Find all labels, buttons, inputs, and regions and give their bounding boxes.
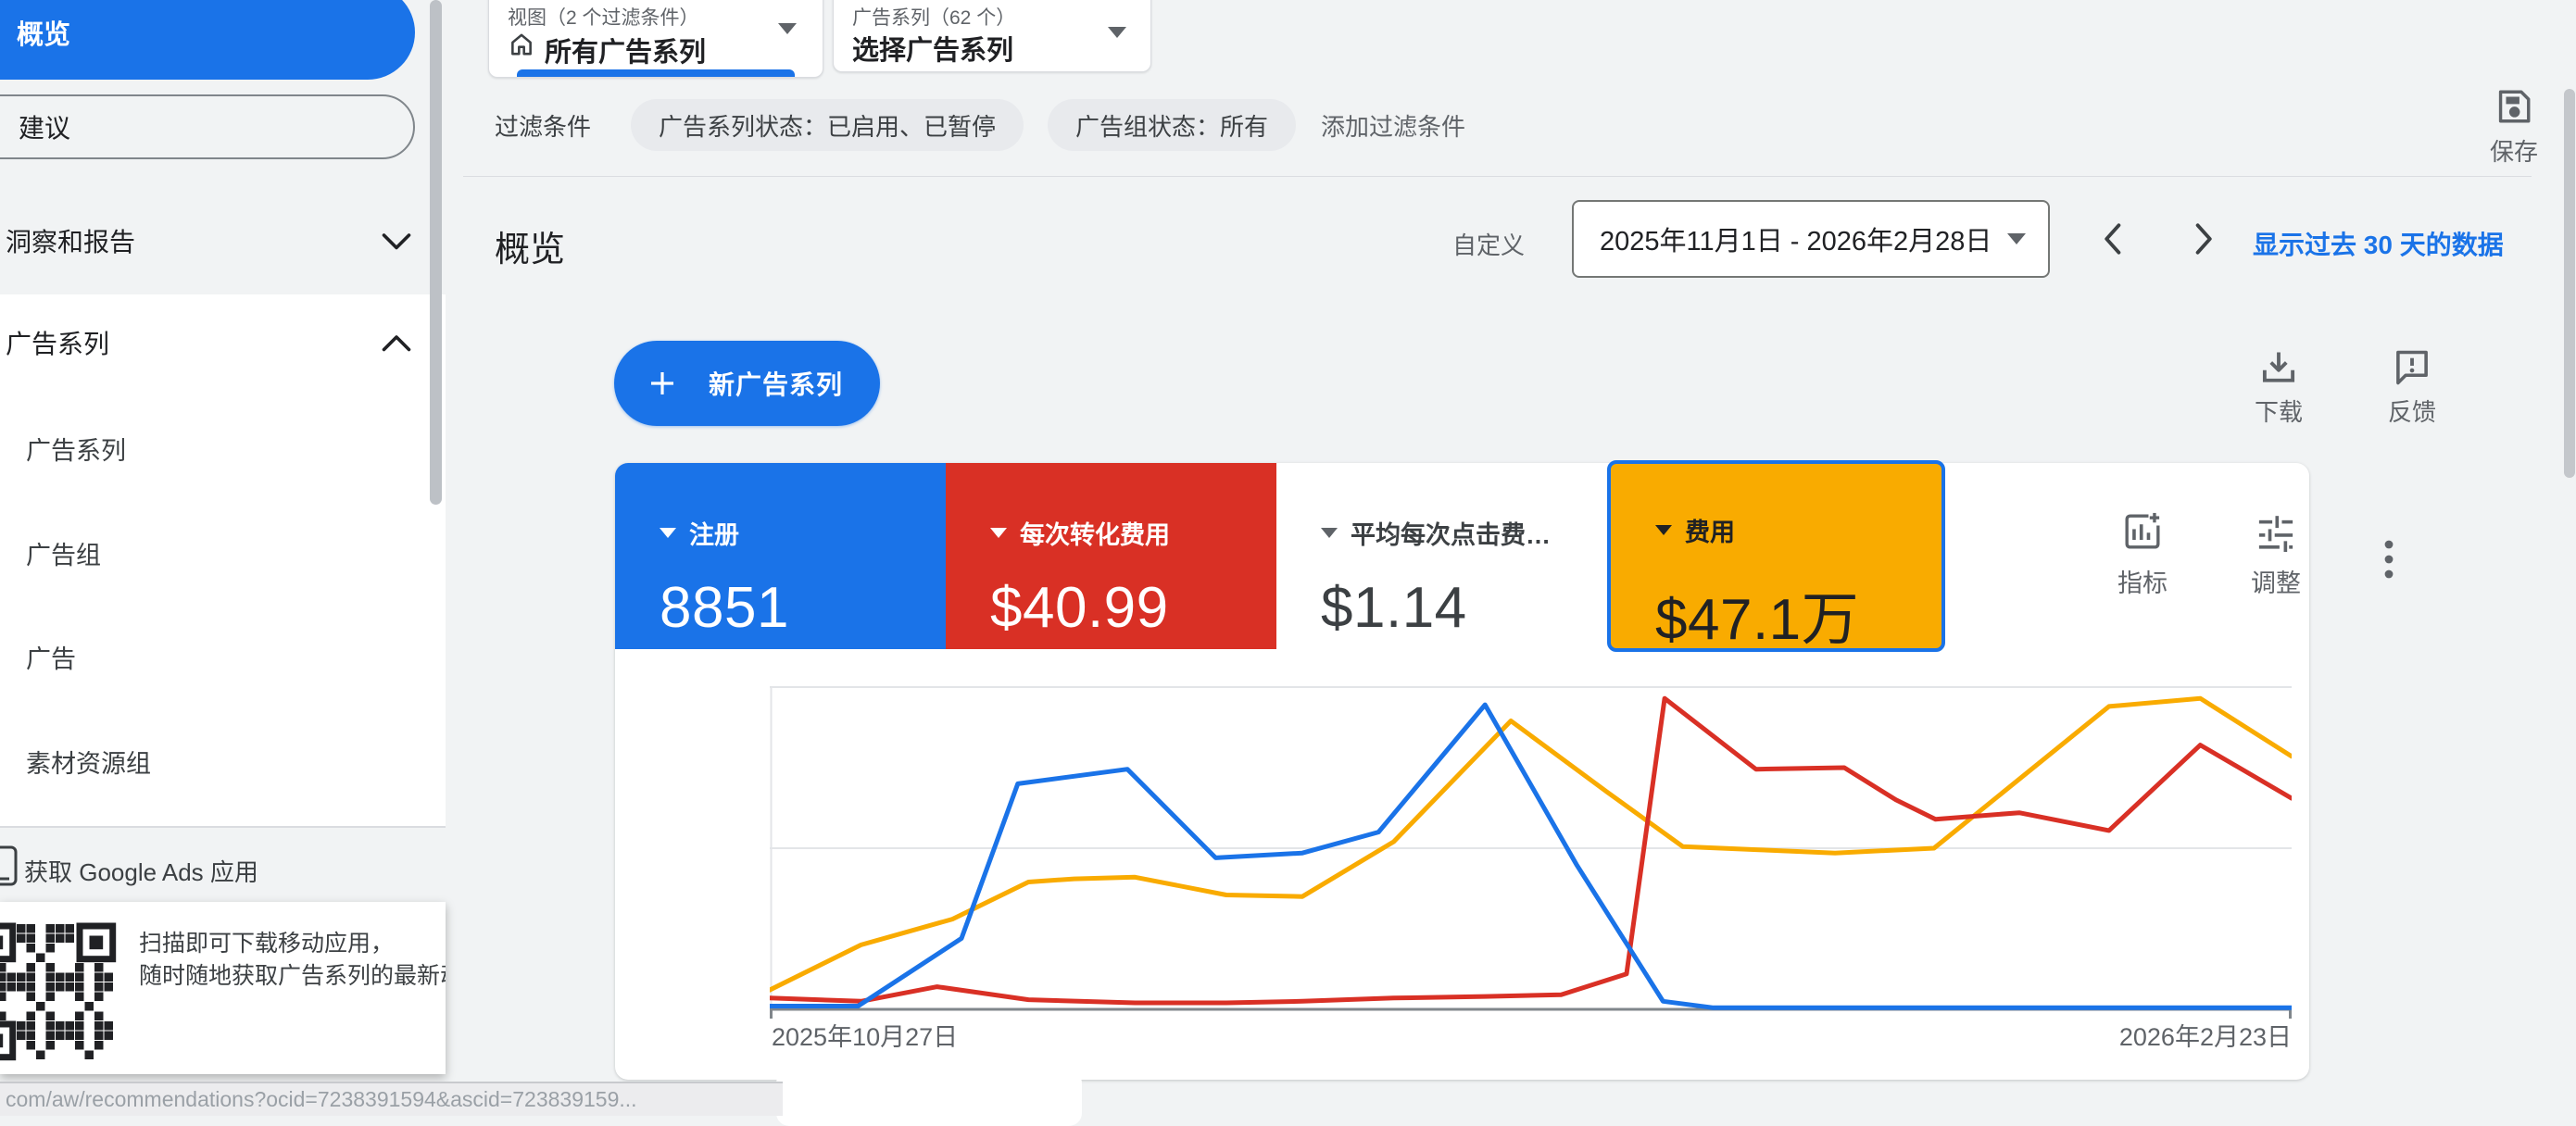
view-selector-value: 所有广告系列 <box>545 31 706 69</box>
x-axis-start-label: 2025年10月27日 <box>772 1017 958 1053</box>
app-promo-panel: 扫描即可下载移动应用， 随时随地获取广告系列的最新动态 <box>0 902 446 1074</box>
metrics-button[interactable]: 指标 <box>2114 511 2171 599</box>
page-title: 概览 <box>495 220 565 271</box>
sliders-icon <box>2256 511 2296 552</box>
scorecard-value: $1.14 <box>1321 575 1609 641</box>
feedback-button[interactable]: 反馈 <box>2382 348 2442 428</box>
sidebar-section-campaigns[interactable]: 广告系列 <box>6 324 413 361</box>
scorecard-label: 费用 <box>1685 512 1735 548</box>
sidebar-item-overview-label: 概览 <box>17 13 70 52</box>
x-axis-end-label: 2026年2月23日 <box>1992 1017 2292 1053</box>
sidebar-section-campaigns-label: 广告系列 <box>6 324 109 361</box>
show-last-30-days-link[interactable]: 显示过去 30 天的数据 <box>2253 225 2504 262</box>
scorecard-value: 8851 <box>660 575 946 641</box>
sidebar-item-asset-groups[interactable]: 素材资源组 <box>26 744 151 780</box>
new-campaign-button[interactable]: 新广告系列 <box>614 341 880 426</box>
save-button-label: 保存 <box>2468 133 2560 168</box>
date-mode-label: 自定义 <box>1452 227 1525 261</box>
home-icon <box>508 31 535 58</box>
phone-icon <box>0 844 19 887</box>
metrics-chart-icon <box>2122 511 2163 552</box>
view-selector[interactable]: 视图（2 个过滤条件） 所有广告系列 <box>488 0 823 78</box>
scorecard-value: $40.99 <box>990 575 1276 641</box>
sidebar-item-insights[interactable]: 洞察和报告 <box>6 222 413 259</box>
scorecard-label: 注册 <box>689 515 739 551</box>
feedback-label: 反馈 <box>2382 394 2442 428</box>
adjust-button[interactable]: 调整 <box>2247 511 2305 599</box>
dropdown-caret-icon <box>1108 27 1126 38</box>
filter-row-label: 过滤条件 <box>495 108 591 143</box>
app-promo-title: 获取 Google Ads 应用 <box>24 854 258 888</box>
campaign-selector[interactable]: 广告系列（62 个） 选择广告系列 <box>833 0 1151 72</box>
date-next-button[interactable] <box>2182 219 2221 259</box>
filter-row: 过滤条件 广告系列状态：已启用、已暂停 广告组状态：所有 添加过滤条件 <box>495 99 1465 151</box>
scorecard-caret-icon <box>990 528 1007 538</box>
sidebar-item-campaigns[interactable]: 广告系列 <box>26 431 126 467</box>
sidebar-item-insights-label: 洞察和报告 <box>6 222 135 259</box>
dropdown-caret-icon <box>2007 233 2026 244</box>
sidebar-scrollbar[interactable] <box>430 0 442 505</box>
overview-chart[interactable] <box>770 683 2292 1028</box>
sidebar-item-ad-groups[interactable]: 广告组 <box>26 535 101 571</box>
sidebar-item-ads[interactable]: 广告 <box>26 639 76 675</box>
chart-series-group <box>770 698 2292 1007</box>
metrics-label: 指标 <box>2114 563 2171 599</box>
plus-icon <box>647 369 677 398</box>
add-filter-button[interactable]: 添加过滤条件 <box>1321 108 1465 143</box>
sidebar-item-overview[interactable]: 概览 <box>0 0 415 80</box>
view-selector-label: 视图（2 个过滤条件） <box>508 3 699 31</box>
date-range-value: 2025年11月1日 - 2026年2月28日 <box>1600 219 2007 258</box>
scorecard-cost-per-conversion[interactable]: 每次转化费用 $40.99 <box>946 463 1276 649</box>
status-bar: com/aw/recommendations?ocid=7238391594&a… <box>0 1082 783 1116</box>
header-divider <box>463 176 2532 177</box>
qr-code <box>0 922 120 1061</box>
scorecard-caret-icon <box>1321 528 1338 538</box>
campaign-selector-label: 广告系列（62 个） <box>852 3 1015 31</box>
scorecard-cost[interactable]: 费用 $47.1万 <box>1607 460 1945 652</box>
filter-chip-adgroup-status[interactable]: 广告组状态：所有 <box>1048 99 1296 151</box>
dropdown-caret-icon <box>778 23 797 34</box>
sidebar-item-suggestions[interactable]: 建议 <box>0 94 415 159</box>
kebab-menu-icon <box>2377 533 2401 589</box>
scorecard-label: 平均每次点击费… <box>1351 515 1551 551</box>
scorecard-caret-icon <box>660 528 676 538</box>
sidebar-item-suggestions-label: 建议 <box>19 108 70 145</box>
page-scrollbar[interactable] <box>2564 89 2575 478</box>
chevron-down-icon <box>380 230 413 252</box>
app-promo-line2: 随时随地获取广告系列的最新动态 <box>139 960 446 993</box>
filter-chip-campaign-status[interactable]: 广告系列状态：已启用、已暂停 <box>631 99 1024 151</box>
adjust-label: 调整 <box>2247 563 2305 599</box>
date-range-picker[interactable]: 2025年11月1日 - 2026年2月28日 <box>1572 200 2050 278</box>
scorecard-caret-icon <box>1655 525 1672 535</box>
sidebar-divider <box>0 826 446 828</box>
feedback-icon <box>2392 348 2432 387</box>
download-icon <box>2258 348 2299 387</box>
save-button[interactable]: 保存 <box>2468 87 2560 168</box>
download-label: 下载 <box>2249 394 2308 428</box>
download-button[interactable]: 下载 <box>2249 348 2308 428</box>
card-bottom-corner <box>776 1070 1082 1126</box>
chevron-up-icon <box>380 332 413 354</box>
scorecard-label: 每次转化费用 <box>1020 515 1170 551</box>
campaign-selector-value: 选择广告系列 <box>852 29 1013 68</box>
scorecard-signups[interactable]: 注册 8851 <box>615 463 946 649</box>
status-bar-url: com/aw/recommendations?ocid=7238391594&a… <box>0 1087 637 1112</box>
save-icon <box>2494 87 2533 126</box>
date-prev-button[interactable] <box>2095 219 2134 259</box>
scorecard-value: $47.1万 <box>1655 572 1941 656</box>
new-campaign-label: 新广告系列 <box>709 365 843 402</box>
more-options-button[interactable] <box>2377 533 2401 589</box>
app-promo-line1: 扫描即可下载移动应用， <box>139 928 394 960</box>
scorecard-avg-cpc[interactable]: 平均每次点击费… $1.14 <box>1276 463 1609 649</box>
view-selector-active-bar <box>517 69 795 77</box>
